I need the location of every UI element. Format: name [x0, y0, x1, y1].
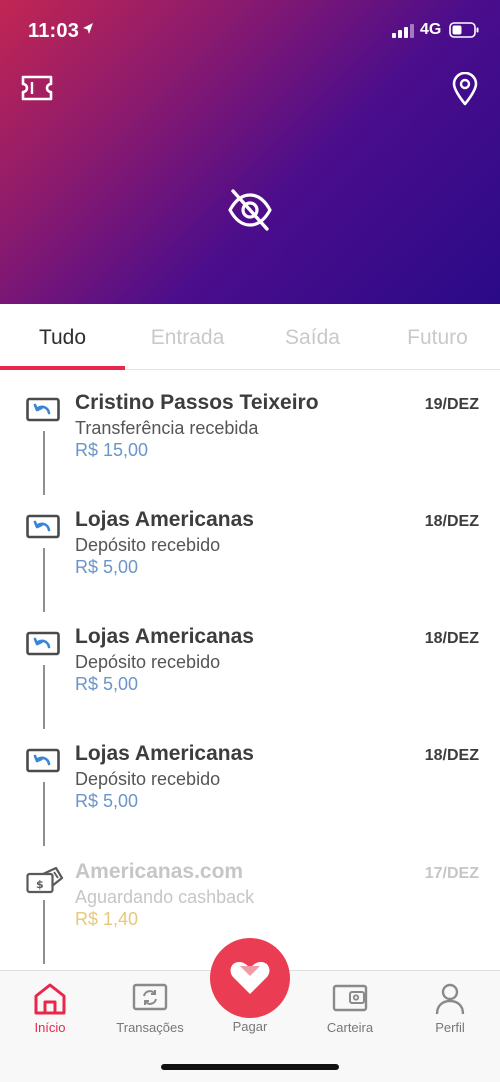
home-indicator	[161, 1064, 339, 1070]
location-arrow-icon	[82, 22, 94, 41]
cashback-icon: $	[26, 866, 64, 901]
header-banner: 11:03 4G	[0, 0, 500, 304]
timeline-connector	[43, 548, 45, 612]
tab-futuro[interactable]: Futuro	[375, 326, 500, 350]
nav-label: Início	[34, 1020, 66, 1035]
nav-label: Transações	[116, 1020, 184, 1035]
filter-tabs: Tudo Entrada Saída Futuro	[0, 304, 500, 370]
network-type: 4G	[420, 21, 442, 38]
active-tab-indicator	[0, 366, 125, 370]
nav-carteira[interactable]: Carteira	[300, 971, 400, 1041]
transaction-amount: R$ 5,00	[75, 791, 139, 811]
signal-icon	[392, 24, 414, 43]
ticket-icon[interactable]	[20, 74, 54, 107]
transaction-item[interactable]: Cristino Passos Teixeiro Transferência r…	[0, 391, 500, 514]
heart-pay-icon	[229, 960, 271, 1001]
transaction-description: Depósito recebido	[75, 535, 221, 555]
nav-label: Carteira	[326, 1020, 374, 1035]
transaction-name: Cristino Passos Teixeiro	[75, 391, 319, 414]
pay-button[interactable]	[210, 938, 290, 1018]
transaction-amount: R$ 5,00	[75, 674, 139, 694]
transactions-icon	[132, 982, 168, 1019]
nav-inicio[interactable]: Início	[0, 971, 100, 1041]
location-pin-icon[interactable]	[451, 71, 479, 111]
transaction-description: Transferência recebida	[75, 418, 259, 438]
transaction-amount: R$ 15,00	[75, 440, 149, 460]
transaction-item[interactable]: Lojas Americanas Depósito recebido R$ 5,…	[0, 742, 500, 865]
battery-icon	[449, 22, 479, 43]
transaction-item[interactable]: Lojas Americanas Depósito recebido R$ 5,…	[0, 508, 500, 631]
transaction-description: Aguardando cashback	[75, 887, 255, 907]
eye-off-icon[interactable]	[226, 187, 274, 238]
incoming-transfer-icon	[26, 397, 60, 428]
transaction-description: Depósito recebido	[75, 652, 221, 672]
pay-label: Pagar	[232, 1019, 268, 1034]
transaction-date: 17/DEZ	[424, 865, 479, 882]
transaction-name: Lojas Americanas	[75, 508, 254, 531]
transaction-description: Depósito recebido	[75, 769, 221, 789]
timeline-connector	[43, 900, 45, 964]
transaction-name: Lojas Americanas	[75, 742, 254, 765]
tab-saida[interactable]: Saída	[250, 326, 375, 350]
home-icon	[32, 982, 68, 1021]
incoming-transfer-icon	[26, 631, 60, 662]
transaction-date: 18/DEZ	[424, 630, 479, 647]
timeline-connector	[43, 431, 45, 495]
timeline-connector	[43, 665, 45, 729]
status-time: 11:03	[28, 20, 80, 42]
transaction-name: Americanas.com	[75, 860, 244, 883]
incoming-transfer-icon	[26, 748, 60, 779]
svg-text:$: $	[36, 878, 44, 891]
transaction-item[interactable]: Lojas Americanas Depósito recebido R$ 5,…	[0, 625, 500, 748]
wallet-icon	[332, 982, 368, 1019]
transaction-amount: R$ 5,00	[75, 557, 139, 577]
nav-label: Perfil	[435, 1020, 465, 1035]
timeline-connector	[43, 782, 45, 846]
status-bar: 11:03 4G	[0, 0, 500, 60]
incoming-transfer-icon	[26, 514, 60, 545]
transaction-date: 19/DEZ	[424, 396, 479, 413]
nav-perfil[interactable]: Perfil	[400, 971, 500, 1041]
transaction-amount: R$ 1,40	[75, 909, 139, 929]
transaction-date: 18/DEZ	[424, 513, 479, 530]
tab-tudo[interactable]: Tudo	[0, 326, 125, 350]
user-icon	[432, 982, 468, 1021]
tab-entrada[interactable]: Entrada	[125, 326, 250, 350]
nav-transacoes[interactable]: Transações	[100, 971, 200, 1041]
transaction-name: Lojas Americanas	[75, 625, 254, 648]
transaction-date: 18/DEZ	[424, 747, 479, 764]
